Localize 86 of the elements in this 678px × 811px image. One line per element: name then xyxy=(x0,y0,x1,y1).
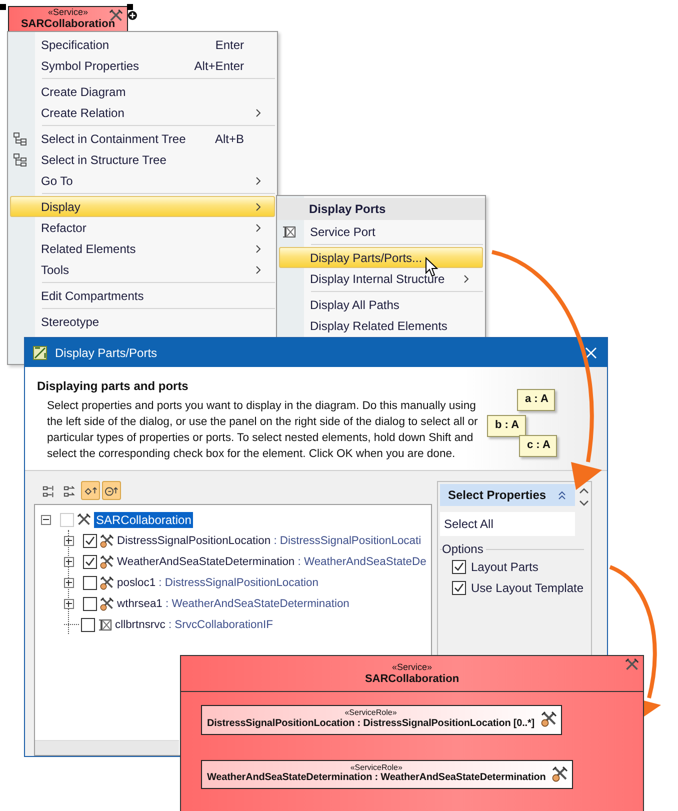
tree-icon xyxy=(13,132,27,146)
role-icon xyxy=(100,576,114,590)
menu-item[interactable]: Select in Containment Tree Alt+B xyxy=(10,128,275,149)
expand-toggle[interactable] xyxy=(64,536,74,546)
collapse-all-icon xyxy=(62,484,76,498)
menu-item[interactable]: Related Elements xyxy=(10,238,275,259)
menu-item[interactable]: Display xyxy=(10,196,275,217)
shortcut-label: Alt+B xyxy=(214,132,245,146)
part-label: WeatherAndSeaStateDetermination : WeatherAndSeaStateDetermination xyxy=(207,772,546,784)
menu-item[interactable]: Display Internal Structure xyxy=(279,268,483,289)
tree-item[interactable]: posloc1 : DistressSignalPositionLocation xyxy=(117,576,318,588)
shortcut-label: Enter xyxy=(215,38,245,52)
stereotype-label: «ServiceRole» xyxy=(350,762,402,772)
menu-item[interactable]: Stereotype xyxy=(10,311,275,332)
port-icon xyxy=(98,618,112,632)
group-label: Options xyxy=(442,542,484,556)
tree-item[interactable]: WeatherAndSeaStateDetermination : WeatherAndSeaStateDe xyxy=(117,556,426,568)
checkbox[interactable] xyxy=(83,554,97,568)
horizontal-scrollbar[interactable] xyxy=(35,740,179,755)
expand-toggle[interactable] xyxy=(64,598,74,608)
expand-toggle[interactable] xyxy=(64,556,74,566)
scroll-arrows-icon[interactable] xyxy=(579,486,589,508)
menu-item[interactable]: Symbol Properties Alt+Enter xyxy=(10,55,275,76)
menu-item[interactable]: Service Port xyxy=(279,221,483,242)
menu-item[interactable]: Display Parts/Ports... xyxy=(279,247,483,268)
select-all-link[interactable]: Select All xyxy=(440,512,575,536)
panel-header[interactable]: Select Properties xyxy=(440,484,575,506)
close-icon xyxy=(583,344,599,360)
menu-header: Display Ports xyxy=(277,198,485,220)
expand-all-icon xyxy=(42,484,56,498)
tree-item[interactable]: cllbrtnsrvc : SrvcCollaborationIF xyxy=(115,618,273,630)
service-role-part[interactable]: «ServiceRole» WeatherAndSeaStateDetermination : WeatherAndSeaStateDetermination xyxy=(201,760,573,790)
collapse-icon xyxy=(557,490,567,500)
toolbar-button[interactable] xyxy=(81,481,100,500)
expand-toggle[interactable] xyxy=(64,578,74,588)
option-checkbox[interactable]: Layout Parts xyxy=(452,560,584,574)
resize-handle[interactable] xyxy=(127,4,133,10)
service-role-part[interactable]: «ServiceRole» DistressSignalPositionLocation : DistressSignalPositionLocation [0..*] xyxy=(201,705,562,735)
menu-item[interactable]: Refactor xyxy=(10,217,275,238)
menu-item[interactable]: Display All Paths xyxy=(279,294,483,315)
role-icon xyxy=(540,711,556,727)
option-checkbox[interactable]: Use Layout Template xyxy=(452,581,584,595)
resize-handle[interactable] xyxy=(0,4,6,10)
tree-item[interactable]: DistressSignalPositionLocation : DistressSignalPositionLocati xyxy=(117,534,422,546)
add-icon[interactable] xyxy=(128,11,137,20)
tree-item[interactable]: wthrsea1 : WeatherAndSeaStateDetermination xyxy=(117,598,350,610)
menu-item[interactable]: Create Diagram xyxy=(10,81,275,102)
menu-item[interactable]: Tools xyxy=(10,259,275,280)
role-icon xyxy=(100,596,114,610)
close-button[interactable] xyxy=(583,344,599,360)
checkbox[interactable] xyxy=(81,618,95,632)
part-symbol: c : A xyxy=(519,435,558,457)
part-symbol: a : A xyxy=(517,389,556,411)
element-name: SARCollaboration xyxy=(364,672,460,685)
app-icon xyxy=(33,346,47,360)
menu-item[interactable]: Display Related Elements xyxy=(279,315,483,336)
collapse-toggle[interactable] xyxy=(41,514,51,524)
menu-item[interactable]: Go To xyxy=(10,170,275,191)
role-icon xyxy=(100,554,114,568)
tools-icon xyxy=(77,512,91,526)
stereotype-label: «Service» xyxy=(392,662,432,673)
checkbox[interactable] xyxy=(83,534,97,548)
checkbox[interactable] xyxy=(83,576,97,590)
stereotype-label: «Service» xyxy=(48,7,88,18)
window-title: Display Parts/Ports xyxy=(55,346,158,360)
checkbox[interactable] xyxy=(452,560,466,574)
menu-item[interactable]: Select in Structure Tree xyxy=(10,149,275,170)
tree-icon xyxy=(13,152,27,166)
shortcut-label: Alt+Enter xyxy=(194,58,245,72)
stereotype-label: «ServiceRole» xyxy=(344,708,397,718)
dialog-description: Select properties and ports you want to display in the diagram. Do this manually using the left side of the dialog, or use the panel on the right side of the dialog to select all or particular types of properties or ports. To select nested elements, hold down Shift and select the corresponding check box for the element. Click OK when you are done. xyxy=(47,399,479,462)
menu-item[interactable]: Edit Compartments xyxy=(10,285,275,306)
part-symbol: b : A xyxy=(487,415,526,437)
tools-icon xyxy=(625,658,639,672)
part-label: DistressSignalPositionLocation : DistressSignalPositionLocation [0..*] xyxy=(207,718,534,729)
element-name: SARCollaboration xyxy=(20,18,116,30)
role-icon xyxy=(100,534,114,548)
service-element[interactable]: «Service» SARCollaboration «ServiceRole» DistressSignalPositionLocation : DistressSignalPositionLocation [0..*] «ServiceRole» WeatherAndSeaStateDetermination : WeatherAndSeaStateDetermination xyxy=(180,655,644,811)
port-icon xyxy=(282,224,296,238)
dialog-heading: Displaying parts and ports xyxy=(37,379,190,393)
menu-item[interactable]: Create Relation xyxy=(10,102,275,123)
checkbox[interactable] xyxy=(452,581,466,595)
role-icon xyxy=(552,766,568,782)
toolbar-button[interactable] xyxy=(102,481,121,500)
checkbox[interactable] xyxy=(83,596,97,610)
tree-item[interactable]: SARCollaboration xyxy=(94,512,194,528)
